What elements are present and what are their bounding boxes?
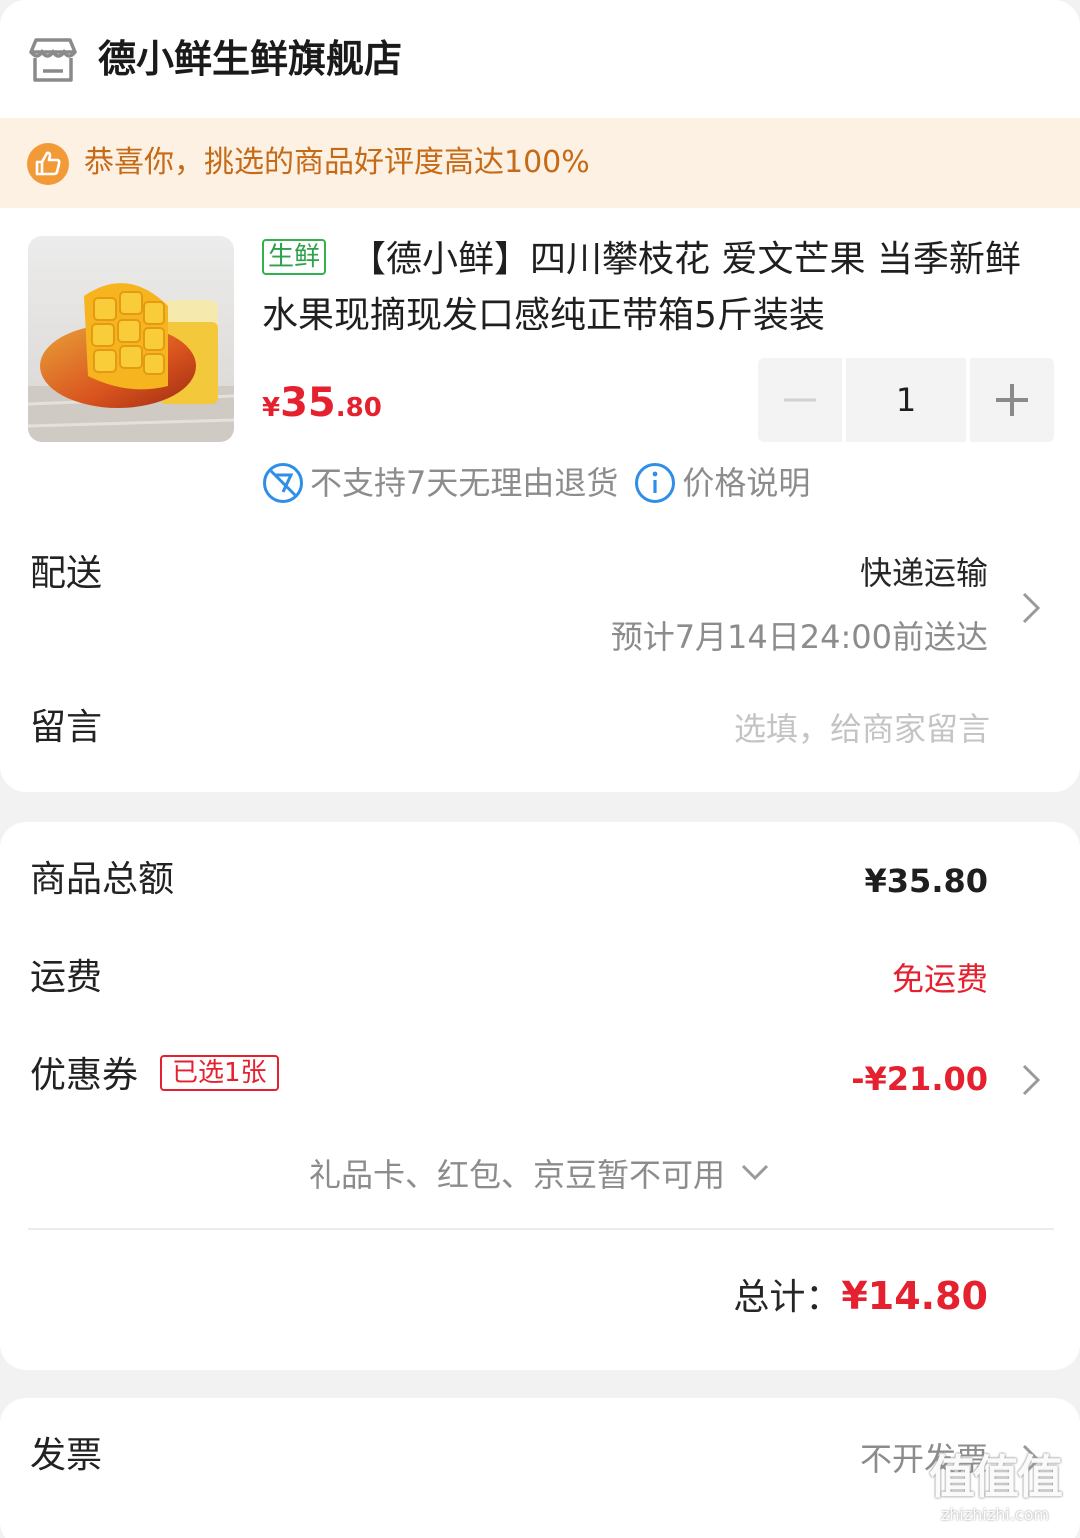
price-decimal: .80 [335, 393, 382, 423]
order-card: 德小鲜生鲜旗舰店 恭喜你，挑选的商品好评度高达100% 生鲜 【德小鲜】四川攀枝… [0, 0, 1080, 792]
coupon-selected-tag: 已选1张 [160, 1055, 279, 1091]
order-total: 总计：¥14.80 [733, 1270, 988, 1324]
delivery-label: 配送 [30, 553, 103, 594]
invoice-label: 发票 [30, 1435, 103, 1476]
store-header[interactable]: 德小鲜生鲜旗舰店 [0, 0, 1080, 118]
no-return-text: 不支持7天无理由退货 [310, 464, 619, 502]
goods-total-label: 商品总额 [30, 859, 175, 900]
price-summary-card: 商品总额 ¥35.80 运费 免运费 优惠券 已选1张 -¥21.00 礼品卡、红… [0, 822, 1080, 1370]
divider [28, 1228, 1054, 1230]
product-image[interactable] [28, 236, 234, 442]
price-info-text: 价格说明 [682, 464, 811, 502]
rating-banner-text: 恭喜你，挑选的商品好评度高达100% [84, 145, 590, 180]
unavailable-payments-toggle[interactable]: 礼品卡、红包、京豆暂不可用 [0, 1152, 1080, 1198]
delivery-estimate: 预计7月14日24:00前送达 [610, 618, 988, 656]
info-icon [635, 463, 676, 503]
coupon-label-group: 优惠券 已选1张 [30, 1052, 279, 1100]
store-icon [29, 38, 77, 82]
message-input[interactable] [300, 704, 990, 754]
invoice-card[interactable]: 发票 不开发票 [0, 1398, 1080, 1538]
rating-banner: 恭喜你，挑选的商品好评度高达100% [0, 118, 1080, 208]
site-watermark: 值值值 zhizhizhi.com [920, 1450, 1070, 1534]
minus-icon [784, 398, 816, 402]
mango-image [28, 236, 234, 442]
shipping-value: 免运费 [891, 960, 988, 998]
product-title-text: 【德小鲜】四川攀枝花 爱文芒果 当季新鲜水果现摘现发口感纯正带箱5斤装装 [262, 239, 1021, 336]
store-name: 德小鲜生鲜旗舰店 [98, 37, 403, 81]
watermark-url: zhizhizhi.com [940, 1505, 1050, 1524]
quantity-value[interactable]: 1 [846, 358, 966, 442]
message-label: 留言 [30, 707, 103, 748]
shipping-label: 运费 [30, 957, 103, 998]
chevron-right-icon [1022, 592, 1041, 624]
price-integer: 35 [280, 380, 336, 426]
total-value: ¥14.80 [841, 1274, 988, 1318]
unavailable-payments-text: 礼品卡、红包、京豆暂不可用 [308, 1156, 725, 1194]
total-label: 总计： [733, 1277, 842, 1318]
product-price: ¥35.80 [262, 378, 382, 436]
chevron-right-icon [1022, 1064, 1041, 1096]
goods-total-value: ¥35.80 [864, 862, 988, 900]
delivery-method: 快递运输 [859, 554, 988, 592]
coupon-value: -¥21.00 [851, 1060, 988, 1098]
quantity-stepper: 1 [758, 358, 1054, 442]
no-return-icon [263, 463, 303, 503]
increase-button[interactable] [970, 358, 1054, 442]
plus-icon [996, 384, 1028, 416]
price-info-link[interactable]: 价格说明 [634, 463, 811, 503]
watermark-logo: 值值值 [929, 1450, 1063, 1504]
decrease-button[interactable] [758, 358, 842, 442]
chevron-down-icon [741, 1164, 769, 1181]
thumbs-up-icon [27, 143, 69, 185]
policy-row: 不支持7天无理由退货 价格说明 [262, 460, 810, 506]
product-title[interactable]: 生鲜 【德小鲜】四川攀枝花 爱文芒果 当季新鲜水果现摘现发口感纯正带箱5斤装装 [262, 232, 1052, 344]
coupon-label: 优惠券 [30, 1055, 139, 1096]
fresh-tag: 生鲜 [262, 239, 327, 275]
price-symbol: ¥ [262, 393, 281, 423]
